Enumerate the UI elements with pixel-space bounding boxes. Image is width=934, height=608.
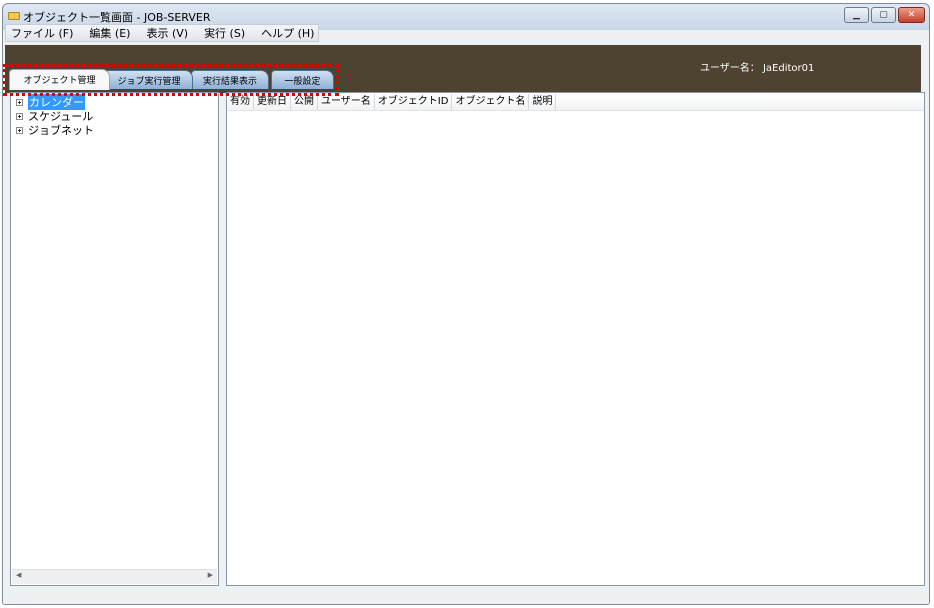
- scroll-left-icon[interactable]: ◀: [16, 571, 21, 579]
- column-header-updated[interactable]: 更新日: [254, 94, 291, 110]
- column-header-user-name[interactable]: ユーザー名: [318, 94, 375, 110]
- expand-icon[interactable]: [16, 126, 23, 134]
- close-button[interactable]: ✕: [898, 7, 925, 23]
- tree-node-calendar[interactable]: カレンダー: [16, 94, 94, 110]
- menu-bar: ファイル (F) 編集 (E) 表示 (V) 実行 (S) ヘルプ (H): [5, 24, 319, 42]
- tree-node-schedule[interactable]: スケジュール: [16, 109, 94, 123]
- expand-icon[interactable]: [16, 98, 23, 106]
- tab-object-management[interactable]: オブジェクト管理: [9, 69, 110, 90]
- column-header-enabled[interactable]: 有効: [227, 94, 254, 110]
- column-header-object-name[interactable]: オブジェクト名: [452, 94, 530, 110]
- tab-execution-results[interactable]: 実行結果表示: [191, 70, 269, 89]
- status-bar: [3, 590, 929, 604]
- minimize-icon: ▁: [853, 10, 860, 20]
- maximize-icon: ▢: [879, 10, 888, 20]
- horizontal-scrollbar[interactable]: ◀ ▶: [12, 569, 217, 584]
- maximize-button[interactable]: ▢: [871, 7, 896, 23]
- object-tree-panel: カレンダー スケジュール ジョブネット ◀ ▶: [10, 92, 219, 586]
- table-header: 有効 更新日 公開 ユーザー名 オブジェクトID オブジェクト名 説明: [227, 94, 924, 111]
- tree-node-jobnet[interactable]: ジョブネット: [16, 123, 94, 137]
- close-icon: ✕: [907, 10, 916, 20]
- minimize-button[interactable]: ▁: [844, 7, 869, 23]
- app-icon: [8, 12, 20, 20]
- object-list-panel: 有効 更新日 公開 ユーザー名 オブジェクトID オブジェクト名 説明: [226, 92, 925, 586]
- menu-run[interactable]: 実行 (S): [196, 25, 253, 41]
- menu-edit[interactable]: 編集 (E): [81, 25, 138, 41]
- expand-icon[interactable]: [16, 112, 23, 120]
- user-label: ユーザー名： JaEditor01: [700, 63, 815, 74]
- column-header-public[interactable]: 公開: [291, 94, 318, 110]
- menu-help[interactable]: ヘルプ (H): [253, 25, 322, 41]
- menu-view[interactable]: 表示 (V): [138, 25, 196, 41]
- column-header-description[interactable]: 説明: [529, 94, 557, 110]
- scroll-right-icon[interactable]: ▶: [208, 571, 213, 579]
- tree-node-label[interactable]: ジョブネット: [28, 122, 94, 138]
- column-header-object-id[interactable]: オブジェクトID: [375, 94, 453, 110]
- object-tree: カレンダー スケジュール ジョブネット: [16, 94, 94, 137]
- menu-file[interactable]: ファイル (F): [6, 25, 81, 41]
- window-controls: ▁ ▢ ✕: [844, 7, 925, 23]
- tab-job-execution-management[interactable]: ジョブ実行管理: [105, 70, 193, 89]
- window-title: オブジェクト一覧画面 - JOB-SERVER: [23, 11, 211, 24]
